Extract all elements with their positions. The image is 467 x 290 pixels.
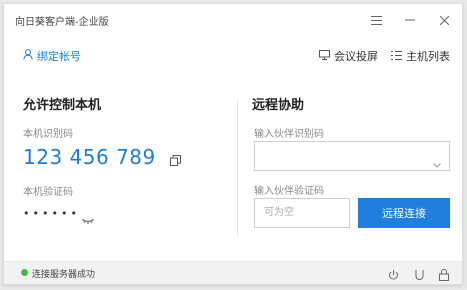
partner-code-label: 输入伙伴验证码 bbox=[254, 186, 324, 197]
bind-account-label: 绑定帐号 bbox=[37, 50, 81, 63]
host-list-button[interactable]: 主机列表 bbox=[391, 48, 450, 64]
remote-connect-button[interactable]: 远程连接 bbox=[358, 198, 450, 228]
verification-code-value: •••••• bbox=[23, 207, 80, 220]
meeting-projection-label: 会议投屏 bbox=[334, 50, 378, 63]
partner-id-label: 输入伙伴识别码 bbox=[254, 129, 324, 140]
verification-code-label: 本机验证码 bbox=[23, 187, 73, 198]
machine-id-label: 本机识别码 bbox=[23, 129, 73, 140]
monitor-icon bbox=[319, 49, 330, 63]
allow-control-heading: 允许控制本机 bbox=[23, 98, 102, 113]
top-links: 绑定帐号 会议投屏 主机列表 bbox=[4, 44, 462, 68]
machine-id-value: 123 456 789 bbox=[23, 145, 156, 169]
title-bar: 向日葵客户端-企业版 bbox=[4, 4, 462, 36]
status-indicator bbox=[21, 269, 28, 276]
partner-id-input[interactable] bbox=[254, 141, 450, 171]
user-icon bbox=[23, 49, 33, 63]
lock-icon[interactable] bbox=[439, 266, 449, 285]
status-bar: 连接服务器成功 bbox=[4, 261, 462, 284]
window-title: 向日葵客户端-企业版 bbox=[15, 17, 109, 28]
partner-code-input[interactable]: 可为空 bbox=[254, 198, 350, 228]
power-icon[interactable] bbox=[388, 266, 399, 285]
close-icon[interactable] bbox=[434, 10, 454, 30]
eye-closed-icon[interactable] bbox=[82, 210, 94, 229]
minimize-icon[interactable] bbox=[400, 10, 420, 30]
copy-icon[interactable] bbox=[170, 151, 181, 170]
hamburger-menu-icon[interactable] bbox=[366, 10, 386, 30]
bind-account-link[interactable]: 绑定帐号 bbox=[23, 48, 81, 64]
host-list-label: 主机列表 bbox=[406, 50, 450, 63]
chevron-down-icon[interactable] bbox=[433, 153, 441, 172]
remote-assist-heading: 远程协助 bbox=[252, 98, 305, 113]
remote-assist-panel: 远程协助 输入伙伴识别码 输入伙伴验证码 可为空 远程连接 bbox=[252, 94, 452, 228]
meeting-projection-button[interactable]: 会议投屏 bbox=[319, 48, 378, 64]
pane-divider bbox=[237, 100, 238, 236]
allow-control-panel: 允许控制本机 本机识别码 123 456 789 本机验证码 •••••• bbox=[23, 94, 233, 224]
app-window: 向日葵客户端-企业版 绑定帐号 会议投屏 主机列表 允许控制本机 本机识别码 1… bbox=[3, 3, 463, 285]
status-text: 连接服务器成功 bbox=[32, 270, 96, 280]
magnet-icon[interactable] bbox=[415, 266, 424, 285]
list-icon bbox=[391, 50, 402, 63]
